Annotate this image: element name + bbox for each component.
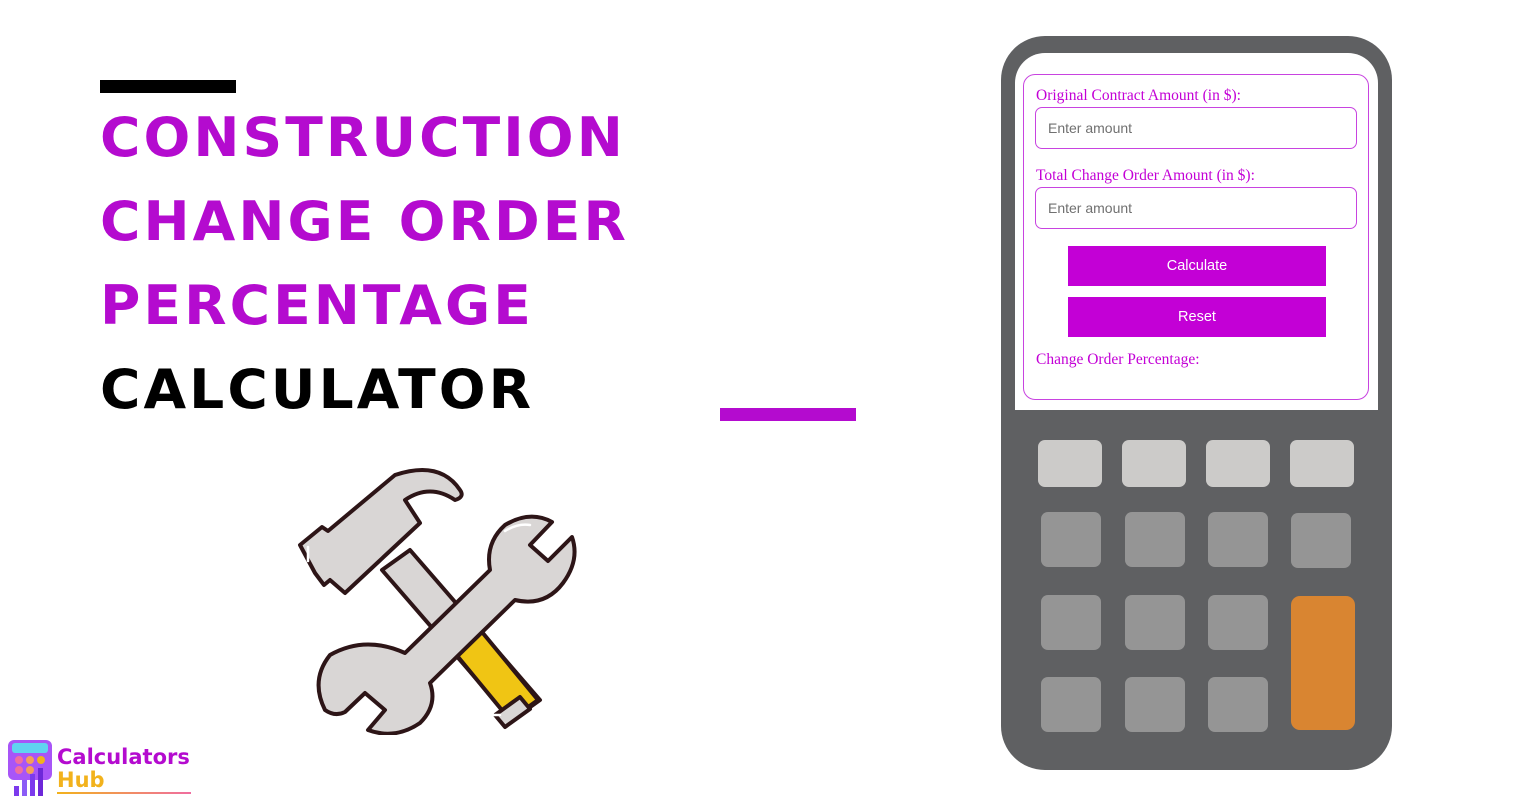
title-line-3: Percentage — [100, 274, 534, 337]
original-contract-label: Original Contract Amount (in $): — [1036, 87, 1241, 104]
keypad-key — [1125, 512, 1185, 567]
page-title: Construction Change Order Percentage Cal… — [100, 96, 626, 432]
keypad-key — [1041, 595, 1101, 650]
title-line-4: Calculator — [100, 358, 535, 421]
result-label-text: Change Order Percentage: — [1036, 351, 1200, 368]
original-contract-input[interactable] — [1035, 107, 1357, 149]
title-line-2: Change Order — [100, 190, 629, 253]
logo-subtitle: Hub — [57, 768, 105, 792]
keypad-key — [1041, 512, 1101, 567]
keypad-key — [1125, 677, 1185, 732]
keypad-equals-key — [1291, 596, 1355, 730]
change-order-label: Total Change Order Amount (in $): — [1036, 167, 1255, 184]
title-line-1: Construction — [100, 106, 626, 169]
keypad-key — [1206, 440, 1270, 487]
keypad-key — [1041, 677, 1101, 732]
keypad-key — [1125, 595, 1185, 650]
reset-button[interactable]: Reset — [1068, 297, 1326, 337]
keypad-key — [1208, 677, 1268, 732]
keypad-key — [1291, 513, 1351, 568]
logo-title: Calculators — [57, 745, 190, 769]
calculate-button[interactable]: Calculate — [1068, 246, 1326, 286]
calculator-screen: Original Contract Amount (in $): Total C… — [1015, 53, 1378, 410]
title-decor-bar — [100, 80, 236, 93]
keypad-key — [1208, 595, 1268, 650]
calculator-device: Original Contract Amount (in $): Total C… — [1001, 36, 1392, 770]
logo-underline — [57, 792, 191, 794]
result-label: Change Order Percentage: — [1036, 351, 1200, 369]
change-order-input[interactable] — [1035, 187, 1357, 229]
hammer-wrench-icon — [298, 468, 577, 735]
keypad-key — [1122, 440, 1186, 487]
keypad-key — [1038, 440, 1102, 487]
accent-divider — [720, 408, 856, 421]
calculator-form: Original Contract Amount (in $): Total C… — [1023, 74, 1369, 400]
keypad-key — [1208, 512, 1268, 567]
keypad-key — [1290, 440, 1354, 487]
logo-text: Calculators Hub — [57, 745, 190, 791]
hammer-head — [298, 468, 464, 595]
